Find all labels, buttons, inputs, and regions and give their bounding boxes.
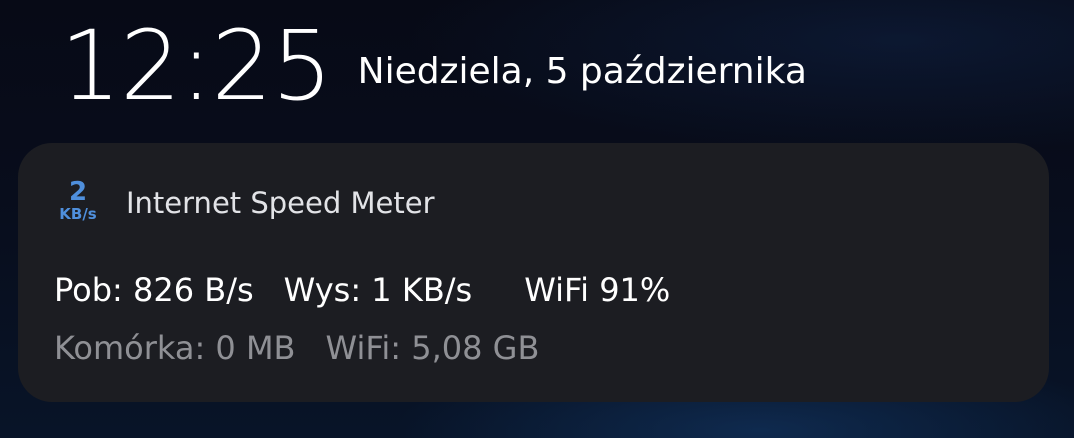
wifi-data-usage: WiFi: 5,08 GB	[325, 329, 540, 367]
download-speed: Pob: 826 B/s	[54, 271, 254, 309]
speed-meter-app-icon: 2 KB/s	[52, 179, 104, 231]
speed-meter-notification[interactable]: 2 KB/s Internet Speed Meter Pob: 826 B/s…	[18, 143, 1049, 402]
mobile-data-usage: Komórka: 0 MB	[54, 329, 296, 367]
clock-time: 12:25	[60, 10, 333, 122]
clock-date: Niedziela, 5 października	[357, 51, 807, 92]
wifi-signal-strength: WiFi 91%	[524, 271, 671, 309]
app-name: Internet Speed Meter	[126, 186, 435, 220]
usage-row: Komórka: 0 MB WiFi: 5,08 GB	[54, 329, 539, 367]
app-icon-speed-value: 2	[68, 177, 88, 207]
lockscreen-clock: 12:25 Niedziela, 5 października	[60, 6, 807, 126]
app-icon-speed-unit: KB/s	[59, 205, 97, 223]
upload-speed: Wys: 1 KB/s	[283, 271, 473, 309]
speed-row: Pob: 826 B/s Wys: 1 KB/s WiFi 91%	[54, 271, 670, 309]
